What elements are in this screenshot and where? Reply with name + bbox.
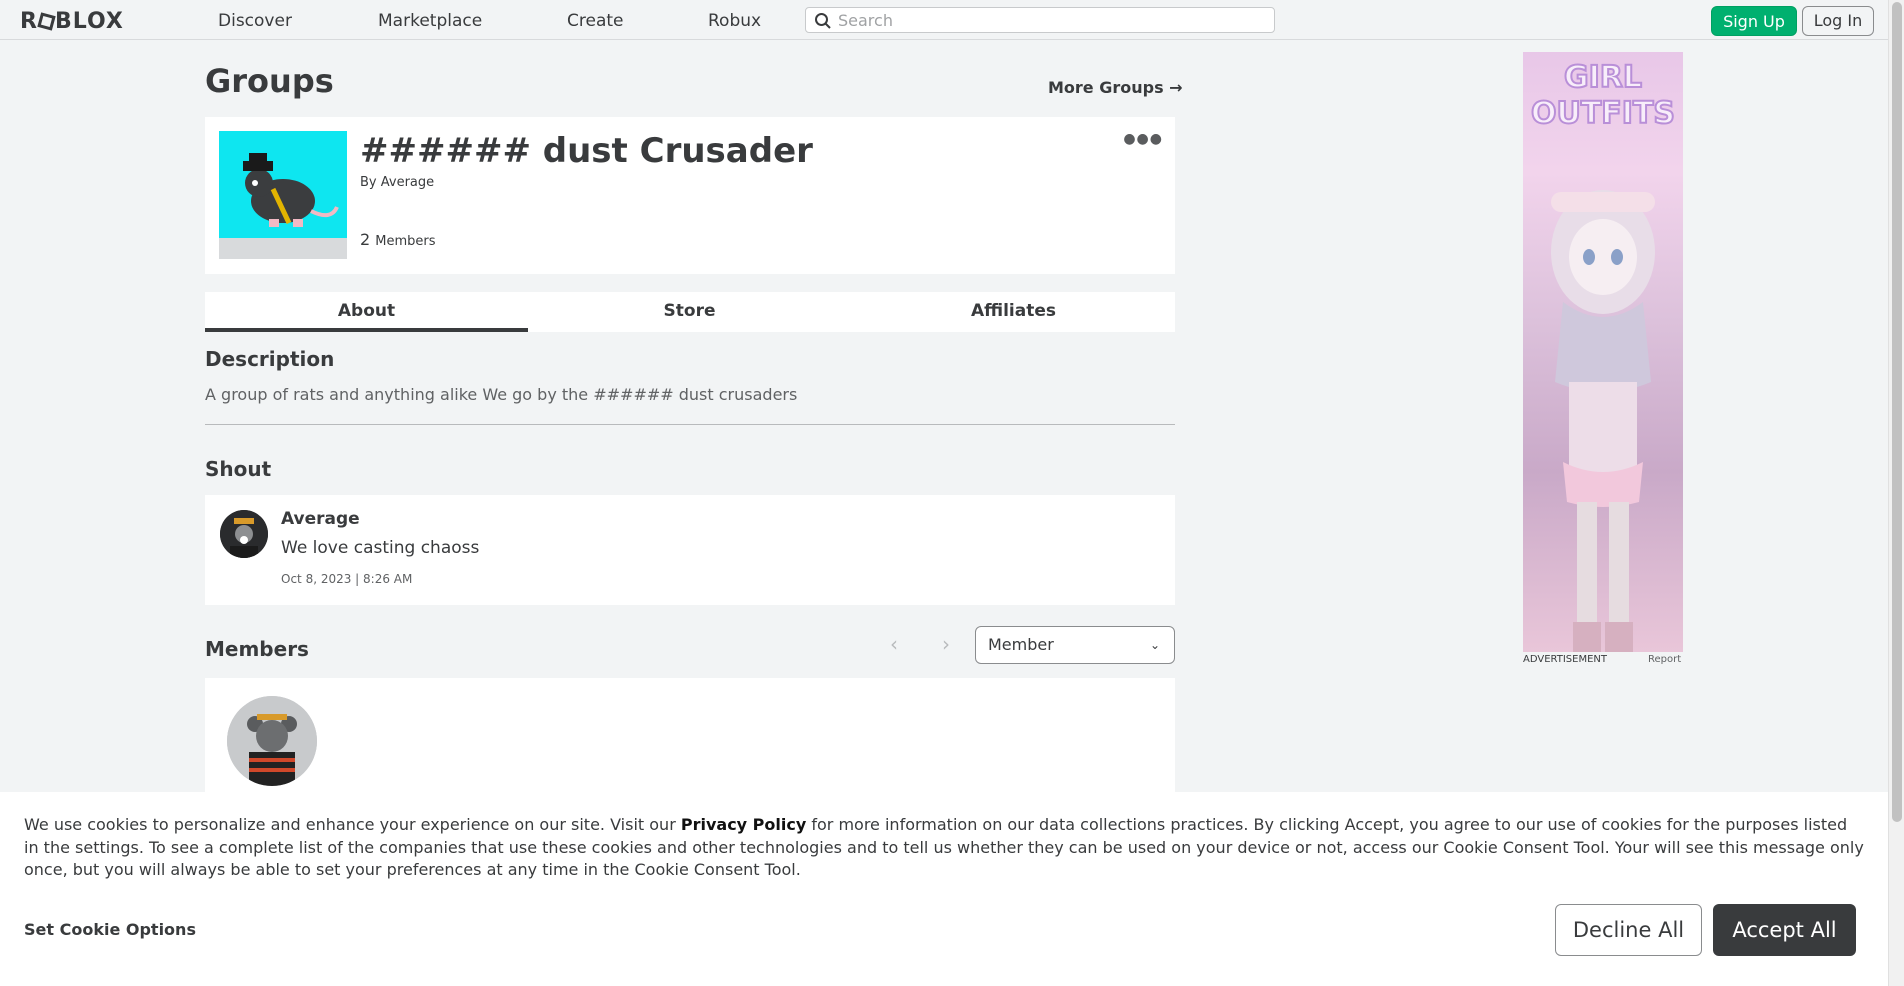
nav-marketplace[interactable]: Marketplace — [378, 11, 482, 31]
role-dropdown-value: Member — [988, 635, 1054, 654]
rat-avatar-icon — [227, 696, 317, 786]
role-dropdown[interactable]: Member ⌄ — [975, 626, 1175, 664]
ad-character-illustration — [1551, 190, 1655, 652]
more-dots-icon[interactable]: ●●● — [1123, 131, 1163, 147]
rat-emblem-icon — [243, 153, 339, 227]
member-count-value: 2 — [360, 230, 371, 249]
nav-create[interactable]: Create — [567, 11, 624, 31]
more-groups-link[interactable]: More Groups → — [1048, 78, 1183, 97]
description-heading: Description — [205, 347, 335, 371]
scrollbar-thumb[interactable] — [1892, 2, 1902, 822]
set-cookie-options-button[interactable]: Set Cookie Options — [24, 920, 196, 939]
cookie-text-part1: We use cookies to personalize and enhanc… — [24, 815, 681, 834]
search-box — [805, 7, 1275, 33]
page-title: Groups — [205, 62, 334, 100]
nav-robux[interactable]: Robux — [708, 11, 761, 31]
member-count: 2 Members — [360, 230, 436, 249]
member-avatar[interactable] — [227, 696, 317, 786]
shout-date: Oct 8, 2023 | 8:26 AM — [281, 572, 413, 586]
rat-avatar-icon — [220, 510, 268, 558]
roblox-logo-tilted-o — [37, 12, 56, 31]
member-count-label: Members — [375, 234, 436, 249]
group-emblem-image — [219, 131, 347, 259]
accept-all-button[interactable]: Accept All — [1713, 904, 1856, 956]
members-list-card — [205, 678, 1175, 798]
chevron-left-icon[interactable]: ‹ — [890, 632, 898, 656]
sign-up-button[interactable]: Sign Up — [1711, 6, 1797, 36]
cookie-consent-banner: We use cookies to personalize and enhanc… — [0, 792, 1888, 986]
page-scrollbar[interactable] — [1888, 0, 1904, 986]
group-owner-line: By Average — [360, 175, 434, 190]
group-owner-link[interactable]: Average — [381, 175, 434, 190]
shout-message: We love casting chaoss — [281, 538, 480, 558]
search-input[interactable] — [838, 10, 1268, 30]
roblox-logo[interactable]: R BLOX — [20, 9, 124, 34]
nav-discover[interactable]: Discover — [218, 11, 292, 31]
group-header-card: ###### dust Crusader By Average 2 Member… — [205, 117, 1175, 274]
ad-report-link[interactable]: Report — [1648, 654, 1681, 665]
search-icon[interactable] — [814, 12, 832, 30]
members-heading: Members — [205, 637, 309, 661]
decline-all-button[interactable]: Decline All — [1555, 904, 1702, 956]
section-divider — [205, 424, 1175, 425]
shout-heading: Shout — [205, 457, 272, 481]
chevron-right-icon[interactable]: › — [942, 632, 950, 656]
chevron-down-icon: ⌄ — [1149, 638, 1160, 652]
advertisement-banner[interactable]: GIRL OUTFITS — [1523, 52, 1683, 652]
cookie-consent-text: We use cookies to personalize and enhanc… — [24, 814, 1864, 882]
tab-about[interactable]: About — [205, 292, 528, 332]
log-in-button[interactable]: Log In — [1802, 6, 1874, 36]
tab-affiliates[interactable]: Affiliates — [852, 292, 1175, 332]
group-tabs: About Store Affiliates — [205, 292, 1175, 332]
shout-username[interactable]: Average — [281, 509, 360, 529]
privacy-policy-link[interactable]: Privacy Policy — [681, 815, 806, 834]
tab-store[interactable]: Store — [528, 292, 851, 332]
shout-avatar[interactable] — [220, 510, 268, 558]
top-navigation-bar: R BLOX Discover Marketplace Create Robux … — [0, 0, 1888, 40]
by-label: By — [360, 175, 377, 190]
description-text: A group of rats and anything alike We go… — [205, 385, 798, 404]
group-name: ###### dust Crusader — [360, 131, 813, 171]
advertisement-label: ADVERTISEMENT — [1523, 654, 1608, 665]
shout-card: Average We love casting chaoss Oct 8, 20… — [205, 495, 1175, 605]
